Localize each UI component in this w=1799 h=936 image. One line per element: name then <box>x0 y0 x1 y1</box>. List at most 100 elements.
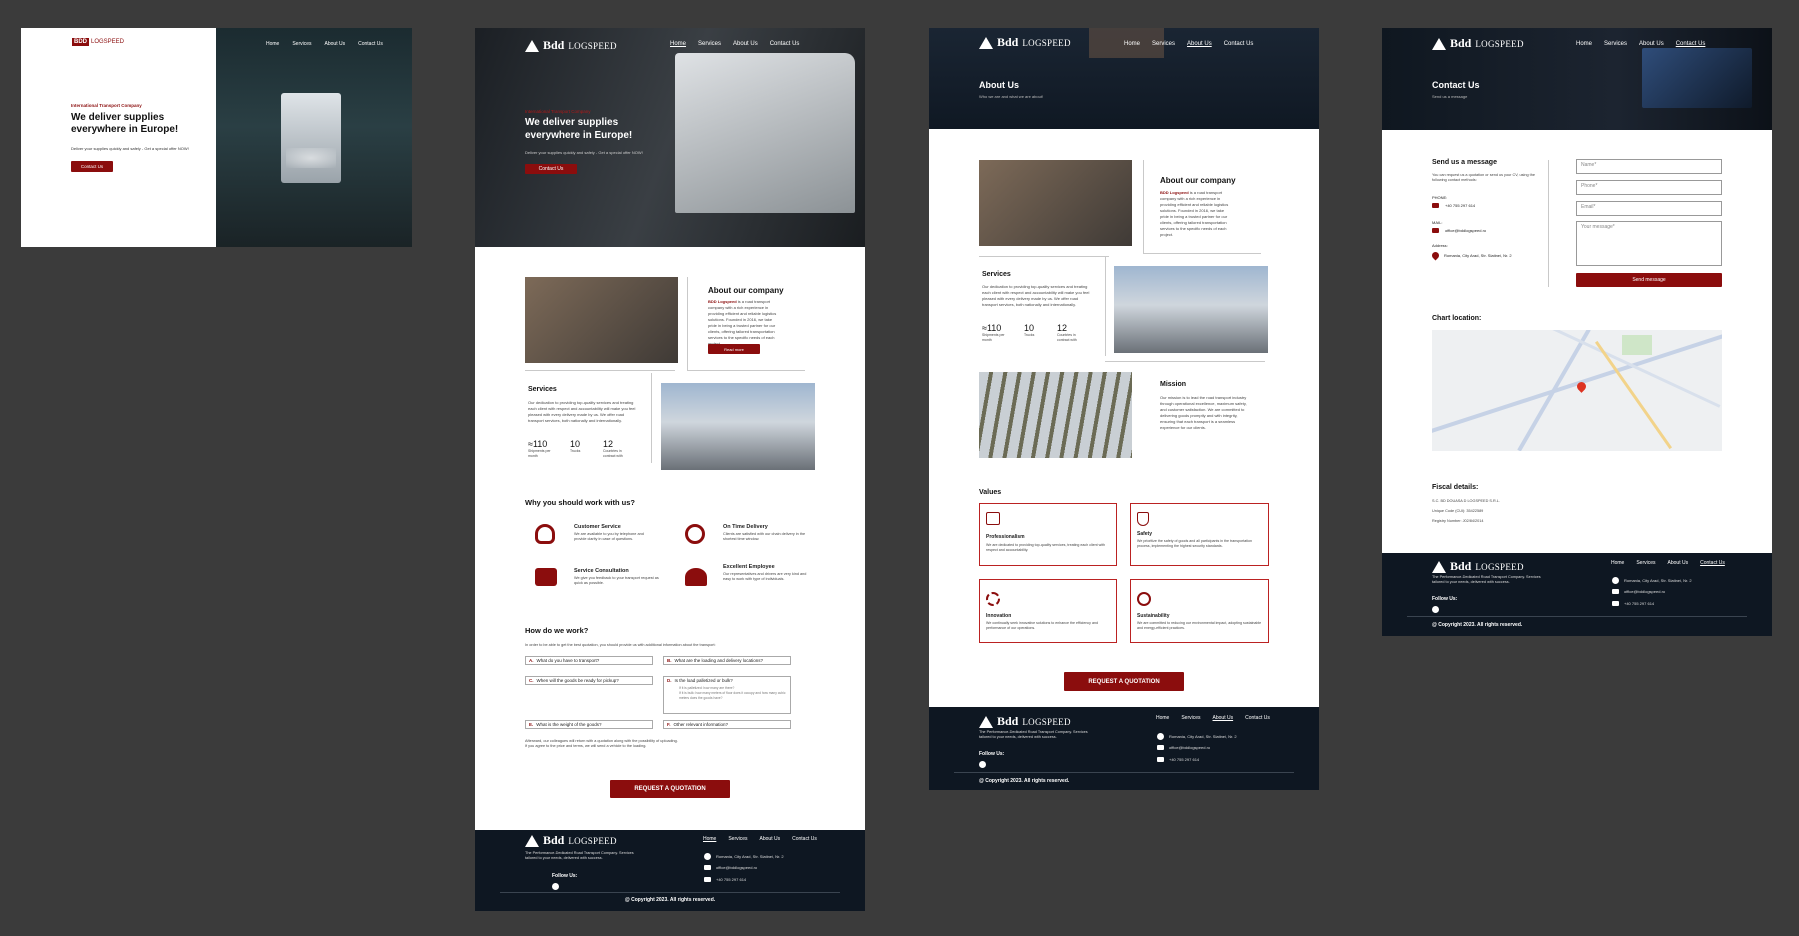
why-item-text: We are available to you by telephone and… <box>574 532 644 541</box>
why-title: Why you should work with us? <box>525 498 635 507</box>
stat-value: 10 <box>570 439 581 449</box>
contact-email[interactable]: office@bddlogspeed.ro <box>1432 228 1486 233</box>
logo-tree-icon <box>979 36 993 49</box>
nav-services[interactable]: Services <box>1636 560 1655 566</box>
logo[interactable]: Bdd LOGSPEED <box>1432 36 1524 51</box>
nav-contact[interactable]: Contact Us <box>1224 41 1254 47</box>
value-card-sustainability: Sustainability We are committed to reduc… <box>1130 579 1269 643</box>
copyright: @ Copyright 2023. All rights reserved. <box>624 897 716 903</box>
frame-home-page: Bdd LOGSPEED Home Services About Us Cont… <box>475 28 865 911</box>
question-e: E. What is the weight of the goods? <box>525 720 653 729</box>
footer-nav: Home Services About Us Contact Us <box>703 836 817 842</box>
request-quotation-button[interactable]: REQUEST A QUOTATION <box>1064 672 1184 691</box>
question-d-sub2: If it is bulk: how many meters of floor … <box>679 691 786 700</box>
logo-tree-icon <box>979 715 993 728</box>
logo[interactable]: BDD LOGSPEED <box>72 38 124 46</box>
value-card-safety: Safety We prioritize the safety of goods… <box>1130 503 1269 566</box>
nav-contact[interactable]: Contact Us <box>792 836 817 842</box>
message-textarea[interactable]: Your message* <box>1576 221 1722 266</box>
footer-email[interactable]: office@bddlogspeed.ro <box>1157 745 1210 750</box>
fiscal-title: Fiscal details: <box>1432 484 1479 491</box>
nav-home[interactable]: Home <box>1611 560 1624 566</box>
stat-label: Shipments per month <box>528 449 551 458</box>
shield-check-icon <box>1137 512 1149 526</box>
nav-services[interactable]: Services <box>1152 41 1175 47</box>
footer-divider <box>954 772 1294 773</box>
about-brand: BDD Logspeed <box>1160 190 1189 195</box>
why-item-customer-service: Customer Service We are available to you… <box>535 524 665 554</box>
map-green-area <box>1622 335 1652 355</box>
footer-email[interactable]: office@bddlogspeed.ro <box>704 865 757 870</box>
nav-about[interactable]: About Us <box>733 41 758 47</box>
nav-home[interactable]: Home <box>1576 41 1592 47</box>
footer-logo[interactable]: Bdd LOGSPEED <box>979 714 1071 729</box>
nav-contact[interactable]: Contact Us <box>1676 41 1706 47</box>
footer-email[interactable]: office@bddlogspeed.ro <box>1612 589 1665 594</box>
request-quotation-button[interactable]: REQUEST A QUOTATION <box>610 780 730 798</box>
read-more-button[interactable]: Read more <box>708 344 760 354</box>
question-text: Is the load palletized or bulk? <box>674 678 733 683</box>
nav-services[interactable]: Services <box>1181 715 1200 721</box>
nav-services[interactable]: Services <box>292 41 311 47</box>
how-intro: In order to be able to get the best quot… <box>525 643 716 647</box>
nav-about[interactable]: About Us <box>1213 715 1234 721</box>
divider <box>651 373 652 463</box>
footer-logo[interactable]: Bdd LOGSPEED <box>1432 559 1524 574</box>
footer-phone[interactable]: +40 755 297 614 <box>1157 757 1199 762</box>
logo-text: LOGSPEED <box>1475 561 1524 572</box>
nav-contact[interactable]: Contact Us <box>1700 560 1725 566</box>
hero-title-line2: everywhere in Europe! <box>71 124 179 135</box>
nav-about[interactable]: About Us <box>325 41 346 47</box>
facebook-icon[interactable] <box>979 761 986 768</box>
send-message-button[interactable]: Send message <box>1576 273 1722 287</box>
nav-home[interactable]: Home <box>670 41 686 47</box>
nav-about[interactable]: About Us <box>1639 41 1664 47</box>
nav-home[interactable]: Home <box>1124 41 1140 47</box>
facebook-icon[interactable] <box>1432 606 1439 613</box>
question-letter: E. <box>529 722 534 727</box>
contact-phone[interactable]: +40 755 297 614 <box>1432 203 1475 208</box>
why-item-title: Excellent Employee <box>723 564 775 570</box>
email-input[interactable]: Email* <box>1576 201 1722 216</box>
logo[interactable]: Bdd LOGSPEED <box>525 38 617 53</box>
headset-icon <box>535 524 555 544</box>
nav-about[interactable]: About Us <box>1187 41 1212 47</box>
facebook-icon[interactable] <box>552 883 559 890</box>
why-item-text: Clients are satisfied with our chain del… <box>723 532 806 541</box>
logo-bold: Bdd <box>997 35 1019 49</box>
nav-services[interactable]: Services <box>698 41 721 47</box>
stat-value: 12 <box>1057 323 1068 333</box>
question-letter: F. <box>667 722 671 727</box>
hero-nav: Home Services About Us Contact Us <box>266 41 383 47</box>
nav-services[interactable]: Services <box>1604 41 1627 47</box>
logo-text: LOGSPEED <box>1022 37 1071 48</box>
nav-services[interactable]: Services <box>728 836 747 842</box>
footer-phone[interactable]: +40 755 297 614 <box>704 877 746 882</box>
phone-icon <box>1612 601 1619 606</box>
mail-icon <box>704 865 711 870</box>
about-title: About our company <box>708 286 784 295</box>
phone-label: PHONE: <box>1432 195 1448 200</box>
value-title: Innovation <box>986 613 1012 619</box>
hero-subtitle: Deliver your supplies quickly and safely… <box>71 146 189 151</box>
location-map[interactable] <box>1432 330 1722 451</box>
nav-home[interactable]: Home <box>1156 715 1169 721</box>
nav-home[interactable]: Home <box>703 836 716 842</box>
nav-about[interactable]: About Us <box>1668 560 1689 566</box>
nav-contact[interactable]: Contact Us <box>1245 715 1270 721</box>
nav-contact[interactable]: Contact Us <box>358 41 383 47</box>
contact-us-button[interactable]: Contact Us <box>71 161 113 172</box>
logo[interactable]: Bdd LOGSPEED <box>979 35 1071 50</box>
footer-phone[interactable]: +40 755 297 614 <box>1612 601 1654 606</box>
nav-about[interactable]: About Us <box>760 836 781 842</box>
services-text: Our dedication to providing top-quality … <box>528 400 636 423</box>
name-input[interactable]: Name* <box>1576 159 1722 174</box>
logo-bold: Bdd <box>997 714 1019 728</box>
stat-label: Trucks <box>1024 333 1035 337</box>
contact-us-button[interactable]: Contact Us <box>525 164 577 174</box>
stat-shipments: ≈110 Shipments per month <box>528 439 558 459</box>
phone-input[interactable]: Phone* <box>1576 180 1722 195</box>
footer-logo[interactable]: Bdd LOGSPEED <box>525 833 617 848</box>
nav-home[interactable]: Home <box>266 41 279 47</box>
nav-contact[interactable]: Contact Us <box>770 41 800 47</box>
